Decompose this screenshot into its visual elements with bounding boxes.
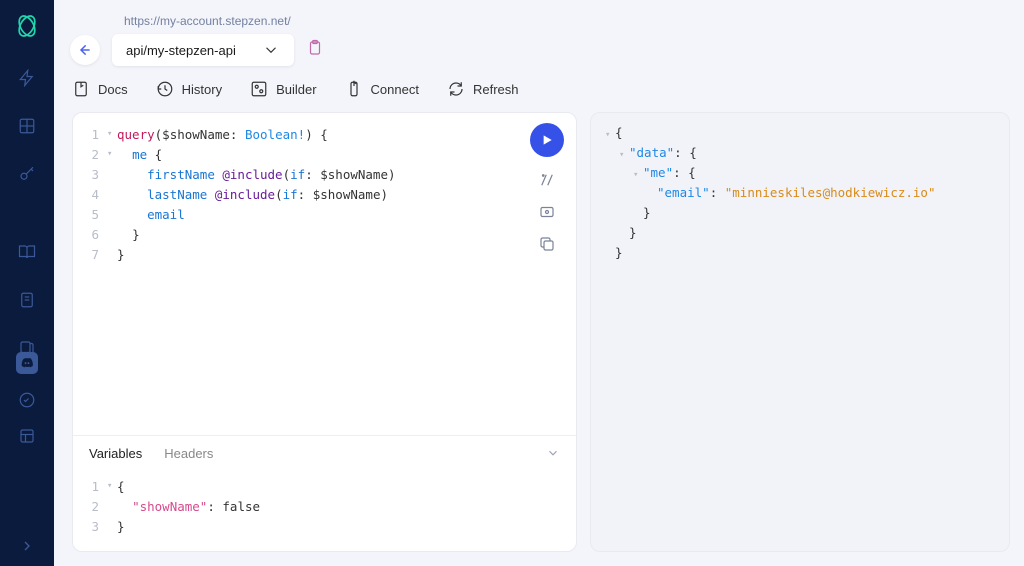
docs-button[interactable]: Docs [72, 80, 128, 98]
endpoint-url: https://my-account.stepzen.net/ [124, 14, 1008, 28]
history-button[interactable]: History [156, 80, 222, 98]
lightning-icon[interactable] [17, 68, 37, 88]
code-line: 4 lastName @include(if: $showName) [87, 185, 562, 205]
code-line: 2▾ me { [87, 145, 562, 165]
grid-icon[interactable] [17, 116, 37, 136]
code-line: 1▾query($showName: Boolean!) { [87, 125, 562, 145]
code-line: 3} [87, 517, 562, 537]
chevron-down-icon [262, 41, 280, 59]
prettify-icon[interactable] [538, 171, 556, 189]
endpoint-label: api/my-stepzen-api [126, 43, 236, 58]
sidebar [0, 0, 54, 566]
endpoint-select[interactable]: api/my-stepzen-api [112, 34, 294, 66]
code-line: 5 email [87, 205, 562, 225]
tab-variables[interactable]: Variables [89, 446, 142, 461]
response-panel: ▾{ ▾"data": { ▾"me": { "email": "minnies… [590, 112, 1010, 552]
variables-editor[interactable]: 1▾{2 "showName": false3} [73, 469, 576, 551]
inbox-icon[interactable] [17, 390, 37, 410]
copy-query-icon[interactable] [538, 235, 556, 253]
document-icon[interactable] [17, 290, 37, 310]
discord-icon[interactable] [16, 352, 38, 374]
code-line: 7} [87, 245, 562, 265]
code-line: 2 "showName": false [87, 497, 562, 517]
bottom-tabs: Variables Headers [73, 435, 576, 469]
back-button[interactable] [70, 35, 100, 65]
clipboard-icon[interactable] [306, 39, 324, 62]
tab-headers[interactable]: Headers [164, 446, 213, 461]
run-button[interactable] [530, 123, 564, 157]
chevron-right-icon[interactable] [0, 538, 54, 554]
key-icon[interactable] [17, 164, 37, 184]
layout-icon[interactable] [17, 426, 37, 446]
chevron-down-icon[interactable] [546, 446, 560, 463]
code-line: 3 firstName @include(if: $showName) [87, 165, 562, 185]
merge-icon[interactable] [538, 203, 556, 221]
toolbar: Docs History Builder Connect Refresh [54, 66, 1024, 112]
book-icon[interactable] [17, 242, 37, 262]
connect-button[interactable]: Connect [345, 80, 419, 98]
query-editor[interactable]: 1▾query($showName: Boolean!) {2▾ me {3 f… [73, 113, 576, 435]
logo-icon[interactable] [13, 12, 41, 40]
refresh-button[interactable]: Refresh [447, 80, 519, 98]
code-line: 1▾{ [87, 477, 562, 497]
query-panel: 1▾query($showName: Boolean!) {2▾ me {3 f… [72, 112, 577, 552]
code-line: 6 } [87, 225, 562, 245]
builder-button[interactable]: Builder [250, 80, 316, 98]
